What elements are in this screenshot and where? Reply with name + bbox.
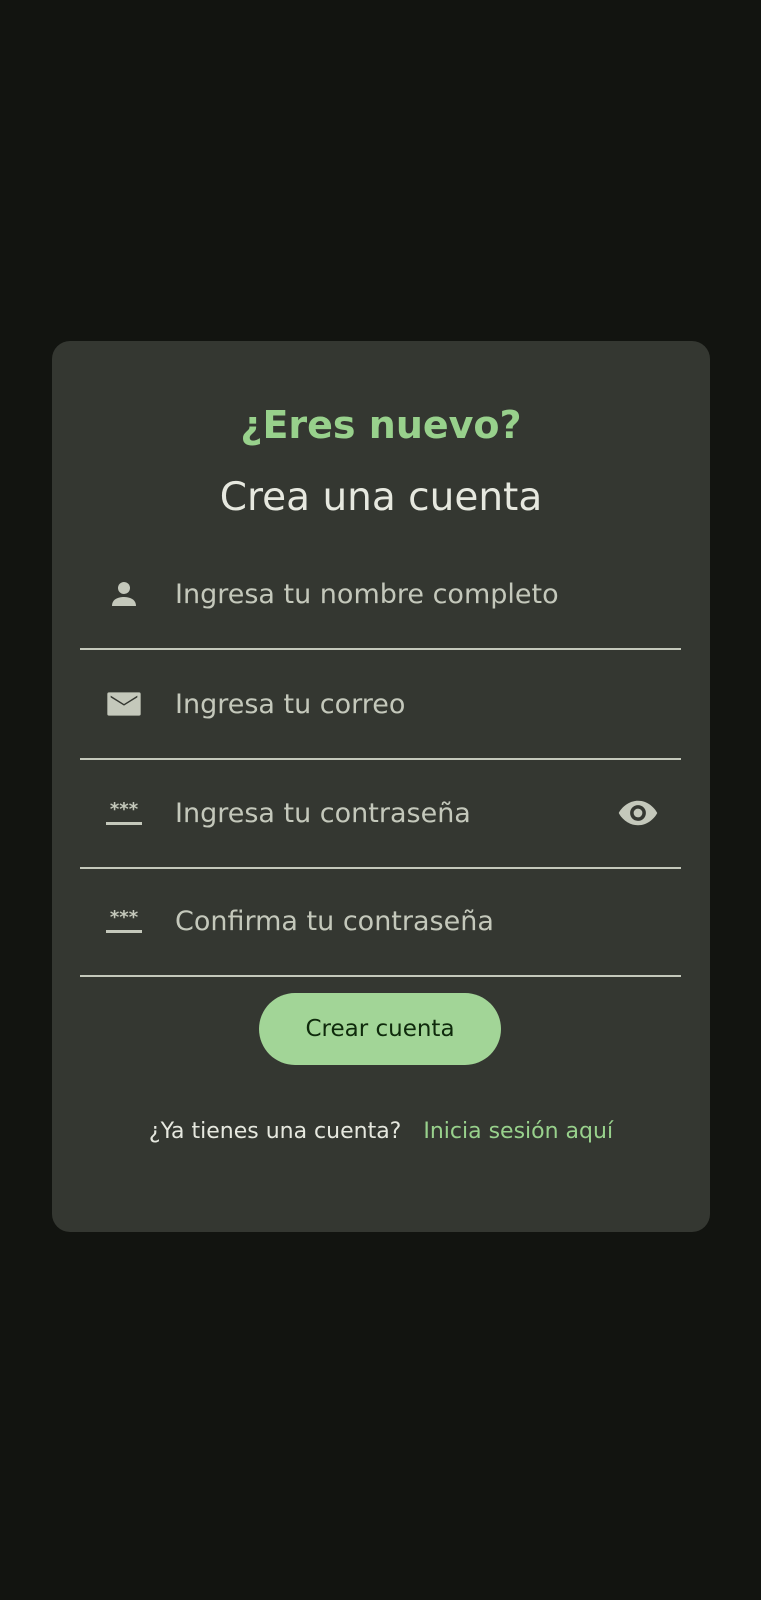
- password-icon: ***: [104, 793, 144, 833]
- password-input[interactable]: [175, 785, 595, 841]
- login-prompt: ¿Ya tienes una cuenta? Inicia sesión aqu…: [52, 1111, 710, 1151]
- login-question: ¿Ya tienes una cuenta?: [148, 1118, 402, 1144]
- name-input[interactable]: [175, 566, 595, 622]
- name-field[interactable]: [80, 540, 681, 650]
- login-link[interactable]: Inicia sesión aquí: [423, 1119, 613, 1144]
- password-icon: ***: [104, 901, 144, 941]
- email-field[interactable]: [80, 650, 681, 760]
- eyebrow-heading: ¿Eres nuevo?: [240, 403, 522, 447]
- svg-text:***: ***: [110, 907, 139, 928]
- confirm-password-input[interactable]: [175, 893, 595, 949]
- email-input[interactable]: [175, 676, 595, 732]
- signup-card: ¿Eres nuevo? Crea una cuenta ***: [52, 341, 710, 1232]
- svg-text:***: ***: [110, 799, 139, 820]
- eye-icon[interactable]: [615, 790, 661, 836]
- person-icon: [104, 574, 144, 614]
- create-account-button[interactable]: Crear cuenta: [259, 993, 501, 1065]
- page-title: Crea una cuenta: [219, 475, 543, 520]
- confirm-password-field[interactable]: ***: [80, 867, 681, 977]
- password-field[interactable]: ***: [80, 759, 681, 869]
- mail-icon: [104, 684, 144, 724]
